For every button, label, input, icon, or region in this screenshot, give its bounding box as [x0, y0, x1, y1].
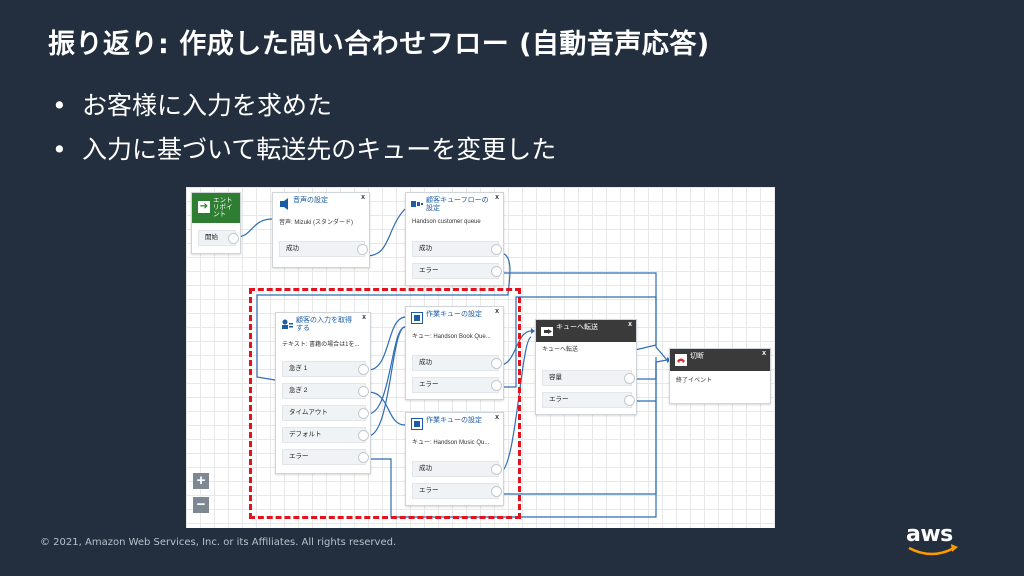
port-capacity[interactable]: 容量 [542, 370, 635, 386]
close-icon[interactable]: x [762, 350, 766, 357]
customer-queue-flow-block[interactable]: 顧客キューフローの設定 x Handson customer queue 成功 … [405, 192, 504, 286]
entry-point-block[interactable]: ➔ エント リポイ ント 開始 [191, 192, 241, 254]
port-connector[interactable] [357, 244, 368, 255]
zoom-out-button[interactable]: − [193, 497, 209, 513]
slide-title: 振り返り: 作成した問い合わせフロー (自動音声応答) [48, 29, 710, 60]
entry-point-title: エント リポイ ント [213, 197, 233, 218]
highlight-dashed-box [249, 288, 521, 519]
close-icon[interactable]: x [628, 321, 632, 328]
block-header: キューへ転送 x [536, 320, 636, 342]
close-icon[interactable]: x [361, 194, 365, 201]
bullet-item: • 入力に基づいて転送先のキューを変更した [52, 135, 557, 164]
transfer-to-queue-block[interactable]: キューへ転送 x キューへ転送 容量 エラー [535, 319, 637, 415]
bullet-item: • お客様に入力を求めた [52, 91, 333, 120]
entry-point-header: ➔ エント リポイ ント [192, 193, 240, 223]
block-description: キューへ転送 [542, 347, 579, 353]
block-description: Handson customer queue [412, 219, 481, 225]
flow-designer-canvas[interactable]: ➔ エント リポイ ント 開始 音声の設定 x 音声: Mizuki (スタンダ… [186, 187, 775, 528]
block-header: 顧客キューフローの設定 x [406, 193, 503, 217]
queue-flow-icon [411, 198, 423, 210]
zoom-in-button[interactable]: + [193, 473, 209, 489]
bullet-text: 入力に基づいて転送先のキューを変更した [82, 135, 557, 164]
close-icon[interactable]: x [495, 194, 499, 201]
port-success[interactable]: 成功 [279, 241, 368, 257]
port-error[interactable]: エラー [542, 392, 635, 408]
bullet-list: • お客様に入力を求めた • 入力に基づいて転送先のキューを変更した [52, 84, 556, 172]
block-description: 終了イベント [676, 378, 713, 384]
phone-hangup-icon [675, 354, 687, 366]
entry-arrow-icon: ➔ [198, 201, 210, 213]
disconnect-block[interactable]: 切断 x 終了イベント [669, 348, 771, 404]
port-connector[interactable] [228, 233, 239, 244]
aws-smile-icon [908, 544, 958, 556]
port-start[interactable]: 開始 [198, 230, 239, 246]
port-connector[interactable] [624, 395, 635, 406]
block-description: 音声: Mizuki (スタンダード) [279, 220, 353, 226]
block-header: 音声の設定 x [273, 193, 369, 215]
port-connector[interactable] [491, 266, 502, 277]
port-error[interactable]: エラー [412, 263, 502, 279]
port-success[interactable]: 成功 [412, 241, 502, 257]
port-connector[interactable] [624, 373, 635, 384]
voice-icon [278, 198, 290, 210]
copyright-footer: © 2021, Amazon Web Services, Inc. or its… [40, 537, 397, 548]
aws-logo: aws [906, 522, 962, 558]
block-header: 切断 x [670, 349, 770, 371]
transfer-icon [541, 325, 553, 337]
set-voice-block[interactable]: 音声の設定 x 音声: Mizuki (スタンダード) 成功 [272, 192, 370, 268]
port-connector[interactable] [491, 244, 502, 255]
bullet-text: お客様に入力を求めた [82, 91, 333, 120]
